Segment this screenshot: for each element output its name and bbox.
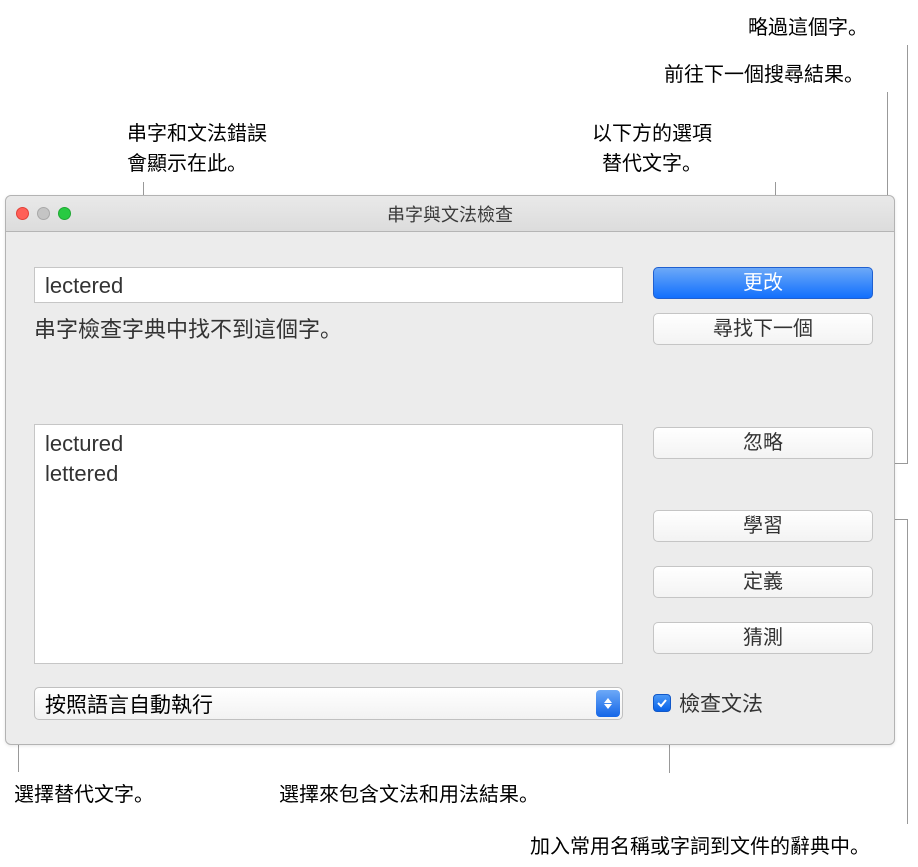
spelling-grammar-dialog: 串字與文法檢查 lectered 串字檢查字典中找不到這個字。 lectured… (5, 195, 895, 745)
callout-include-grammar: 選擇來包含文法和用法結果。 (279, 780, 539, 810)
mistake-input[interactable]: lectered (34, 267, 623, 303)
ignore-button[interactable]: 忽略 (653, 427, 873, 459)
traffic-lights (16, 207, 71, 220)
dialog-body: lectered 串字檢查字典中找不到這個字。 lectured lettere… (6, 232, 894, 744)
change-button[interactable]: 更改 (653, 267, 873, 299)
find-next-button[interactable]: 尋找下一個 (653, 313, 873, 345)
leader-line (907, 519, 908, 824)
callout-replace: 以下方的選項 替代文字。 (592, 119, 712, 179)
callout-goto-next: 前往下一個搜尋結果。 (664, 60, 864, 90)
dropdown-label: 按照語言自動執行 (45, 689, 213, 719)
titlebar: 串字與文法檢查 (6, 196, 894, 232)
grammar-checkbox-container[interactable]: 檢查文法 (653, 688, 763, 718)
grammar-checkbox[interactable] (653, 694, 671, 712)
callout-add-dict: 加入常用名稱或字詞到文件的辭典中。 (530, 832, 870, 862)
suggestions-list[interactable]: lectured lettered (34, 424, 623, 664)
guess-button[interactable]: 猜測 (653, 622, 873, 654)
grammar-checkbox-label: 檢查文法 (679, 688, 763, 718)
suggestion-item[interactable]: lectured (43, 429, 614, 459)
callout-errors-here: 串字和文法錯誤 會顯示在此。 (127, 119, 267, 179)
status-text: 串字檢查字典中找不到這個字。 (34, 312, 342, 344)
suggestion-item[interactable]: lettered (43, 459, 614, 489)
zoom-button[interactable] (58, 207, 71, 220)
dropdown-arrows-icon (596, 690, 620, 717)
callout-select-replacement: 選擇替代文字。 (14, 780, 154, 810)
learn-button[interactable]: 學習 (653, 510, 873, 542)
window-title: 串字與文法檢查 (387, 201, 513, 227)
language-dropdown[interactable]: 按照語言自動執行 (34, 687, 623, 720)
leader-line (907, 45, 908, 463)
define-button[interactable]: 定義 (653, 566, 873, 598)
close-button[interactable] (16, 207, 29, 220)
callout-skip: 略過這個字。 (748, 13, 868, 43)
minimize-button[interactable] (37, 207, 50, 220)
